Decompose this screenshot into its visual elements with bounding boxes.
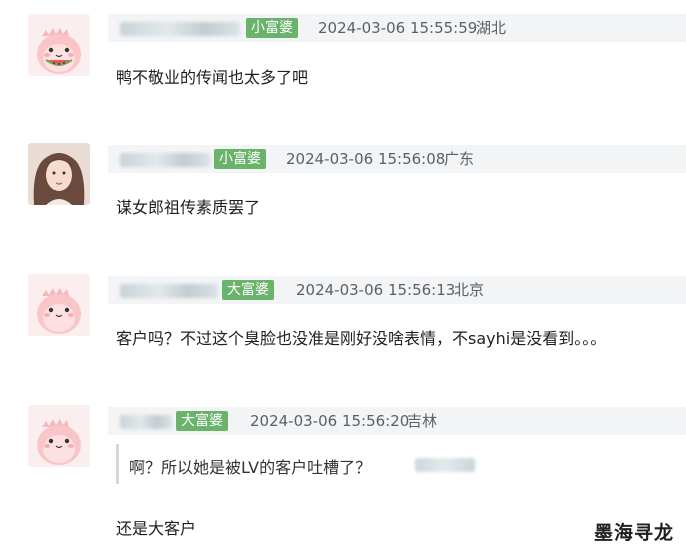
comment-timestamp: 2024-03-06 15:56:20 [250, 412, 410, 430]
username-blurred[interactable] [120, 22, 240, 36]
comment-text: 鸭不敬业的传闻也太多了吧 [116, 68, 309, 87]
user-level-badge: 小富婆 [214, 149, 266, 169]
comment-text: 还是大客户 [116, 519, 197, 538]
quoted-comment: 啊？所以她是被LV的客户吐槽了？ [116, 444, 479, 484]
avatar[interactable] [28, 405, 90, 467]
comment-location: 北京 [454, 281, 485, 299]
pink-dinosaur-icon [28, 14, 90, 76]
comment-timestamp: 2024-03-06 15:55:59 [318, 19, 478, 37]
comment-timestamp: 2024-03-06 15:56:08 [286, 150, 446, 168]
comment-header: 小富婆 2024-03-06 15:56:08 广东 [108, 145, 686, 173]
user-level-badge: 大富婆 [176, 411, 228, 431]
comment-location: 湖北 [476, 19, 507, 37]
watermark: 墨海寻龙 [593, 522, 674, 544]
username-blurred[interactable] [120, 284, 218, 298]
username-blurred[interactable] [120, 153, 210, 167]
username-blurred[interactable] [120, 415, 172, 429]
quoted-comment-text: 啊？所以她是被LV的客户吐槽了？ [129, 458, 372, 477]
comment-location: 广东 [444, 150, 475, 168]
comment-timestamp: 2024-03-06 15:56:13 [296, 281, 456, 299]
quoted-username-blurred [415, 458, 475, 472]
woman-portrait-icon [28, 143, 90, 205]
comment-text: 谋女郎祖传素质罢了 [116, 198, 261, 217]
user-level-badge: 大富婆 [222, 280, 274, 300]
pink-dinosaur-icon [28, 405, 90, 467]
comment-location: 吉林 [407, 412, 438, 430]
comment-header: 大富婆 2024-03-06 15:56:13 北京 [108, 276, 686, 304]
avatar[interactable] [28, 274, 90, 336]
pink-dinosaur-icon [28, 274, 90, 336]
avatar[interactable] [28, 14, 90, 76]
comment-text: 客户吗？不过这个臭脸也没准是刚好没啥表情，不sayhi是没看到。。。 [116, 329, 607, 348]
avatar[interactable] [28, 143, 90, 205]
comment-header: 小富婆 2024-03-06 15:55:59 湖北 [108, 14, 686, 42]
user-level-badge: 小富婆 [246, 18, 298, 38]
comment-header: 大富婆 2024-03-06 15:56:20 吉林 [108, 407, 686, 435]
